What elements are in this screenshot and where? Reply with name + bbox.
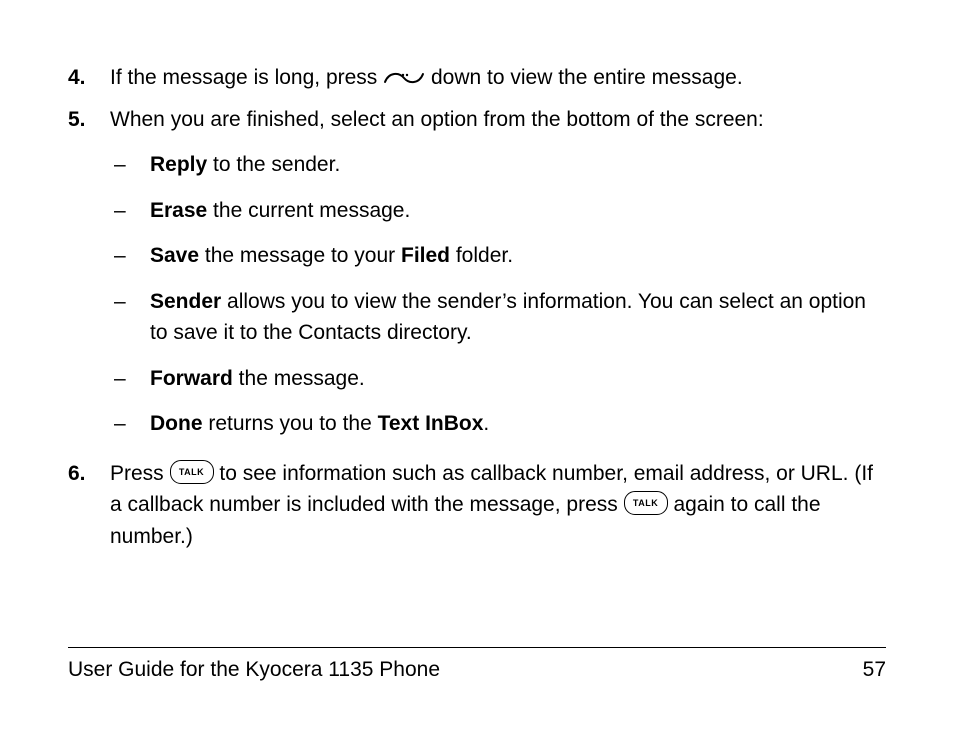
page-footer: User Guide for the Kyocera 1135 Phone 57 xyxy=(68,647,886,682)
option-body: Reply to the sender. xyxy=(150,149,886,181)
option-forward-label: Forward xyxy=(150,367,233,390)
step-5: 5. When you are finished, select an opti… xyxy=(68,104,886,136)
dash-bullet: – xyxy=(114,240,150,272)
dash-bullet: – xyxy=(114,363,150,395)
step-body: Press TALK to see information such as ca… xyxy=(110,458,886,553)
option-sender-text: allows you to view the sender’s informat… xyxy=(150,290,866,345)
option-done-text1: returns you to the xyxy=(203,412,378,435)
step-body: If the message is long, press down to vi… xyxy=(110,62,886,94)
step-6-pre: Press xyxy=(110,462,170,485)
step-4: 4. If the message is long, press down to… xyxy=(68,62,886,94)
option-save-label: Save xyxy=(150,244,199,267)
page-number: 57 xyxy=(863,658,886,682)
step-number: 4. xyxy=(68,62,110,94)
step-4-post: down to view the entire message. xyxy=(431,66,743,89)
option-done-label: Done xyxy=(150,412,203,435)
options-list: – Reply to the sender. – Erase the curre… xyxy=(68,149,886,440)
option-erase: – Erase the current message. xyxy=(68,195,886,227)
step-body: When you are finished, select an option … xyxy=(110,104,886,136)
option-save-text1: the message to your xyxy=(199,244,401,267)
option-filed-label: Filed xyxy=(401,244,450,267)
option-inbox-label: Text InBox xyxy=(378,412,484,435)
option-reply-text: to the sender. xyxy=(207,153,340,176)
step-4-pre: If the message is long, press xyxy=(110,66,383,89)
option-reply-label: Reply xyxy=(150,153,207,176)
option-save: – Save the message to your Filed folder. xyxy=(68,240,886,272)
option-body: Sender allows you to view the sender’s i… xyxy=(150,286,886,349)
page-content: 4. If the message is long, press down to… xyxy=(68,62,886,552)
dash-bullet: – xyxy=(114,195,150,227)
option-sender: – Sender allows you to view the sender’s… xyxy=(68,286,886,349)
dash-bullet: – xyxy=(114,149,150,181)
talk-button-icon: TALK xyxy=(170,460,214,484)
option-done: – Done returns you to the Text InBox. xyxy=(68,408,886,440)
option-sender-label: Sender xyxy=(150,290,221,313)
option-reply: – Reply to the sender. xyxy=(68,149,886,181)
option-erase-label: Erase xyxy=(150,199,207,222)
option-body: Save the message to your Filed folder. xyxy=(150,240,886,272)
option-body: Done returns you to the Text InBox. xyxy=(150,408,886,440)
option-body: Forward the message. xyxy=(150,363,886,395)
dash-bullet: – xyxy=(114,286,150,349)
step-number: 5. xyxy=(68,104,110,136)
talk-button-icon: TALK xyxy=(624,491,668,515)
option-erase-text: the current message. xyxy=(207,199,410,222)
footer-title: User Guide for the Kyocera 1135 Phone xyxy=(68,658,440,682)
option-done-text2: . xyxy=(483,412,489,435)
option-forward-text: the message. xyxy=(233,367,365,390)
option-save-text2: folder. xyxy=(450,244,513,267)
document-page: 4. If the message is long, press down to… xyxy=(0,0,954,738)
step-6: 6. Press TALK to see information such as… xyxy=(68,458,886,553)
dash-bullet: – xyxy=(114,408,150,440)
option-forward: – Forward the message. xyxy=(68,363,886,395)
step-number: 6. xyxy=(68,458,110,553)
option-body: Erase the current message. xyxy=(150,195,886,227)
navigation-key-icon xyxy=(383,66,425,86)
